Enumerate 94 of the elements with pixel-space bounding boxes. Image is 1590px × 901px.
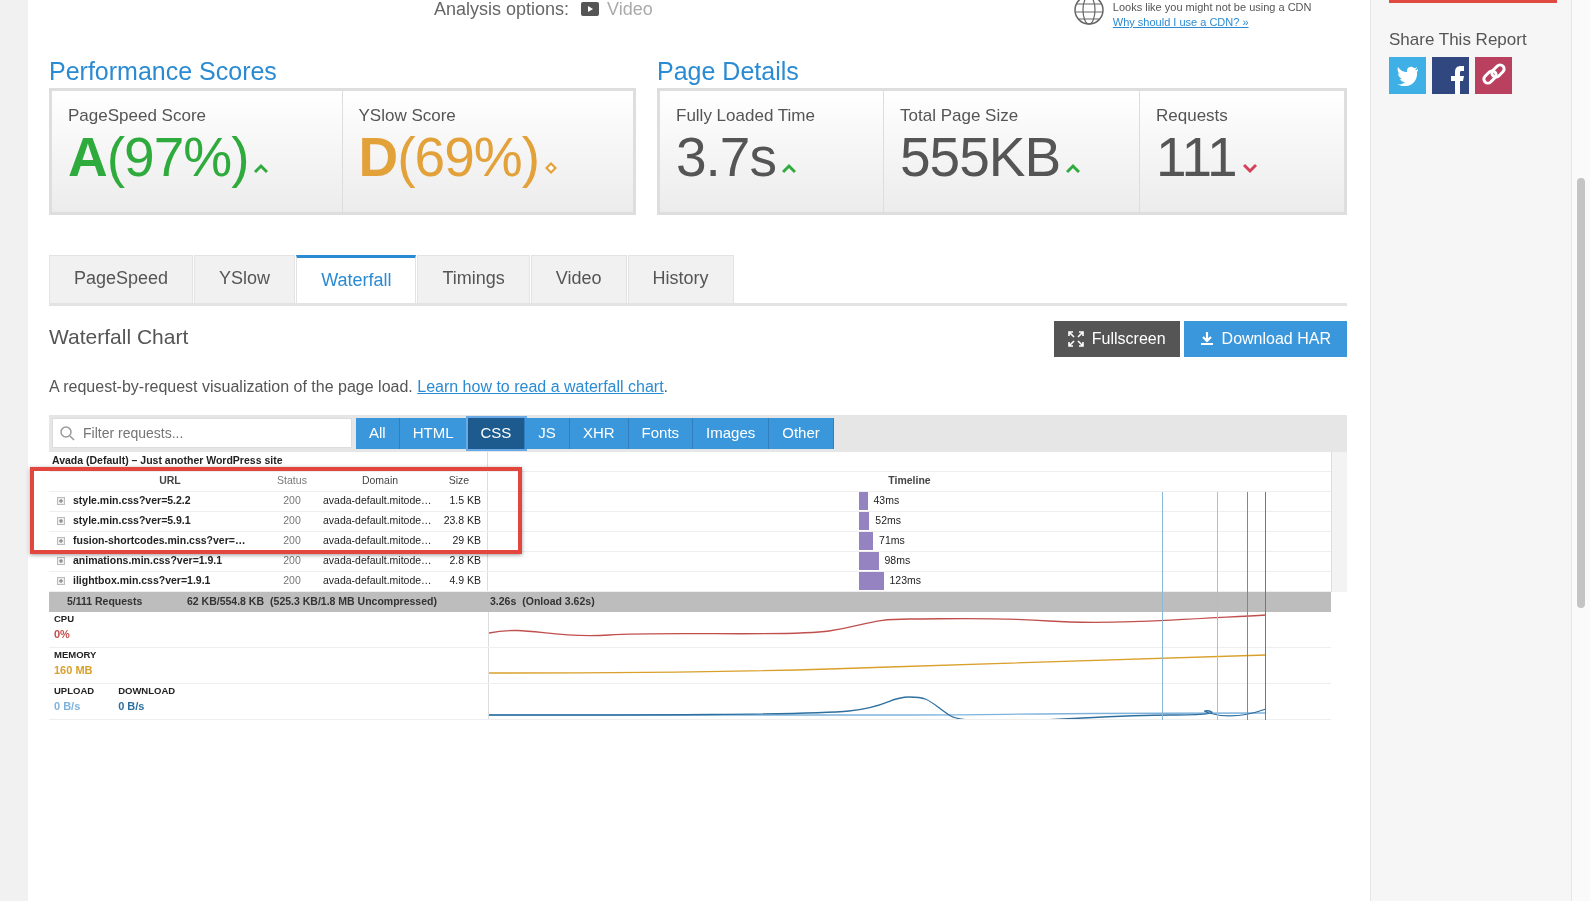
resource-label: CPU [54,611,75,626]
facebook-button[interactable] [1432,56,1469,94]
transfer-size: 62 KB/554.8 KB [187,593,265,609]
column-header: Timeline [888,473,931,489]
uncompressed-size: (525.3 KB/1.8 MB Uncompressed) [270,593,437,609]
status-code: 200 [282,573,302,589]
section-title: Performance Scores [49,56,278,86]
resource-value: 0 B/s [118,698,146,714]
status-code: 200 [282,513,302,529]
score-label: YSlow Score [358,105,457,127]
section-title: Page Details [657,56,800,86]
status-code: 200 [282,553,302,569]
duration-text: 52ms [875,513,901,529]
column-header: URL [158,473,182,489]
timing-bar [858,532,874,550]
globe-icon [1072,0,1105,25]
expand-icon [1067,331,1084,347]
size-text: 23.8 KB [442,513,482,529]
metric-value: 111 [1156,128,1237,187]
cdn-link[interactable]: Why should I use a CDN? » [1112,16,1249,29]
score-grade: D [358,128,398,187]
metric-value: 555KB [900,128,1061,187]
column-header: Domain [360,473,400,489]
tab[interactable]: History [627,255,734,303]
resource-value: 0 B/s [54,698,82,714]
twitter-button[interactable] [1389,56,1426,94]
scrollbar-thumb[interactable] [1577,178,1585,608]
request-url[interactable]: ilightbox.min.css?ver=1.9.1 [71,573,267,589]
tab[interactable]: YSlow [194,255,296,303]
filter-tab[interactable]: CSS [467,418,526,449]
notice-text: Looks like you might not be using a CDN [1112,0,1312,15]
site-title: Avada (Default) – Just another WordPress site [52,453,283,469]
help-link[interactable]: Learn how to read a waterfall chart [417,378,664,395]
tab[interactable]: PageSpeed [49,255,194,303]
domain-text: avada-default.mitode… [322,493,433,509]
metric-label: Requests [1156,105,1229,127]
domain-text: avada-default.mitode… [322,553,433,569]
download-icon [1199,332,1214,346]
score-percent: (69%) [397,128,539,187]
column-header: Status [276,473,308,489]
request-url[interactable]: fusion-shortcodes.min.css?ver=… [71,533,267,549]
duration-text: 98ms [884,553,911,569]
description-text: A request-by-request visualization of the page load. Learn how to read a waterfall chart. [49,377,670,397]
request-url[interactable]: style.min.css?ver=5.9.1 [71,513,267,529]
duration-text: 71ms [879,533,905,549]
resource-value: 160 MB [54,662,94,678]
request-url[interactable]: animations.min.css?ver=1.9.1 [71,553,267,569]
timing-bar [858,492,868,510]
filter-field[interactable]: Filter requests... [52,418,352,448]
chain-link-icon [1480,63,1507,87]
tab[interactable]: Video [530,255,627,303]
size-text: 4.9 KB [448,573,482,589]
score-percent: (97%) [106,128,249,187]
status-code: 200 [282,493,302,509]
request-url[interactable]: style.min.css?ver=5.2.2 [71,493,267,509]
size-text: 29 KB [451,533,482,549]
bird-icon [1396,64,1419,86]
duration-text: 123ms [889,573,921,589]
metric-label: Total Page Size [900,105,1020,127]
size-text: 2.8 KB [448,553,482,569]
timing-bar [858,552,879,570]
timing-bar [858,512,870,530]
domain-text: avada-default.mitode… [322,573,433,589]
tab[interactable]: Waterfall [296,255,417,303]
timing-bar [858,572,884,590]
score-label: PageSpeed Score [68,105,207,127]
search-icon [60,426,75,441]
request-count: 5/111 Requests [67,593,144,609]
expand-icon[interactable] [57,517,65,525]
resource-label: DOWNLOAD [118,683,176,698]
domain-text: avada-default.mitode… [322,533,433,549]
metric-label: Fully Loaded Time [676,105,816,127]
share-title: Share This Report [1389,29,1528,51]
size-text: 1.5 KB [448,493,482,509]
resource-label: MEMORY [54,647,97,662]
status-code: 200 [282,533,302,549]
onload-time: (Onload 3.62s) [522,593,595,609]
expand-icon[interactable] [57,537,65,545]
option-label: Analysis options: [434,0,570,21]
link-button[interactable] [1475,56,1512,94]
score-grade: A [68,128,107,187]
tab[interactable]: Timings [417,255,530,303]
chart-title: Waterfall Chart [49,324,189,350]
expand-icon[interactable] [57,497,65,505]
resource-value: 0% [54,626,71,642]
load-time: 3.26s [490,593,517,609]
fullscreen-button[interactable]: Fullscreen [1053,321,1180,357]
resource-label: UPLOAD [54,683,95,698]
domain-text: avada-default.mitode… [322,513,433,529]
expand-icon[interactable] [57,577,65,585]
duration-text: 43ms [873,493,900,509]
expand-icon[interactable] [57,557,65,565]
column-header: Size [447,473,471,489]
metric-value: 3.7s [676,128,776,187]
